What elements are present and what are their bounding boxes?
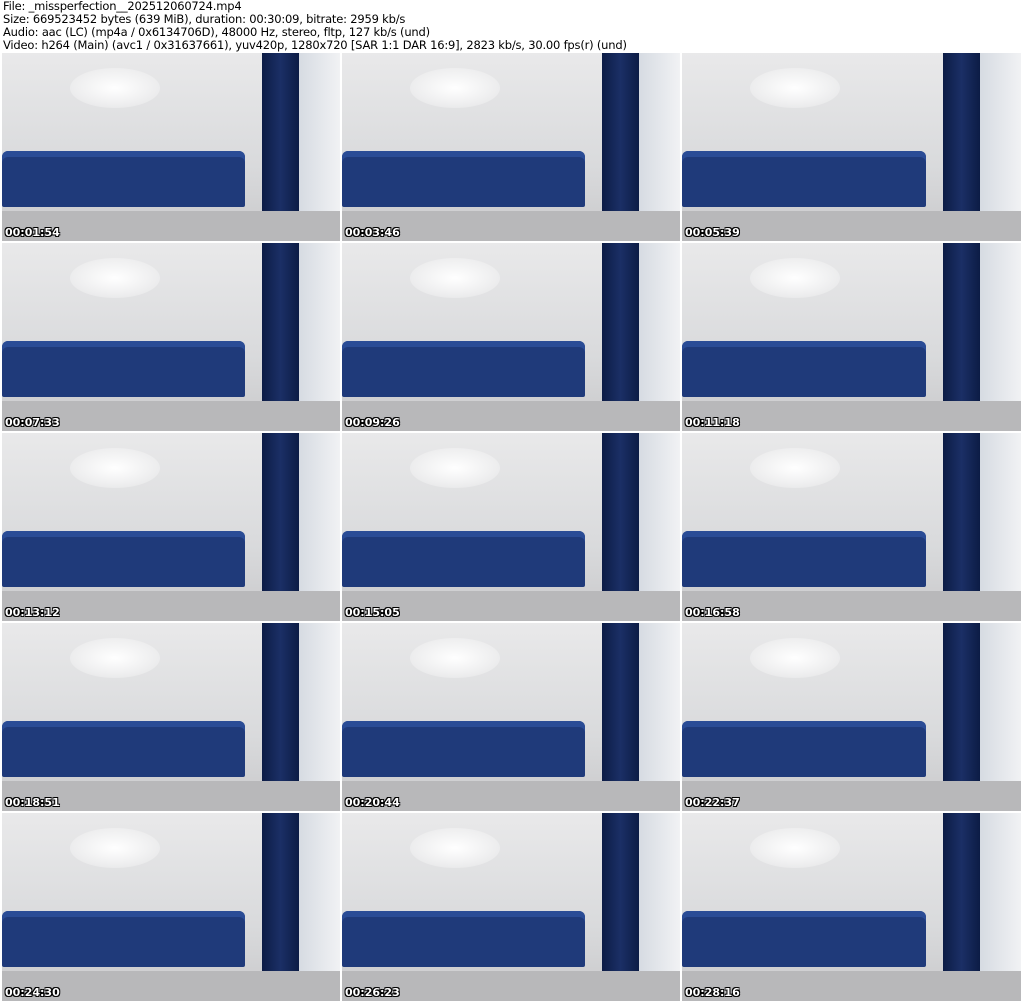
wall-light — [69, 828, 160, 869]
thumbnail-timestamp: 00:13:12 — [5, 606, 60, 619]
thumbnail-timestamp: 00:09:26 — [345, 416, 400, 429]
file-info-header: File: _missperfection__202512060724.mp4 … — [3, 0, 627, 52]
couch — [2, 720, 246, 778]
wall-light — [409, 828, 500, 869]
wall-light — [749, 258, 840, 299]
couch — [342, 720, 586, 778]
video-thumbnail[interactable]: 00:24:30 — [2, 813, 340, 1001]
wall-light — [69, 638, 160, 679]
couch — [682, 910, 927, 968]
video-info: Video: h264 (Main) (avc1 / 0x31637661), … — [3, 38, 627, 52]
thumbnail-timestamp: 00:11:18 — [685, 416, 740, 429]
couch — [2, 910, 246, 968]
video-thumbnail[interactable]: 00:07:33 — [2, 243, 340, 431]
couch — [2, 340, 246, 398]
wall-light — [69, 68, 160, 109]
couch — [342, 340, 586, 398]
thumbnail-timestamp: 00:15:05 — [345, 606, 400, 619]
thumbnail-timestamp: 00:20:44 — [345, 796, 400, 809]
thumbnail-timestamp: 00:07:33 — [5, 416, 60, 429]
video-thumbnail[interactable]: 00:16:58 — [682, 433, 1021, 621]
video-thumbnail[interactable]: 00:26:23 — [342, 813, 680, 1001]
wall-light — [409, 448, 500, 489]
video-thumbnail[interactable]: 00:05:39 — [682, 53, 1021, 241]
couch — [682, 530, 927, 588]
couch — [682, 720, 927, 778]
video-thumbnail[interactable]: 00:11:18 — [682, 243, 1021, 431]
couch — [682, 150, 927, 208]
wall-light — [409, 638, 500, 679]
couch — [342, 910, 586, 968]
video-thumbnail[interactable]: 00:20:44 — [342, 623, 680, 811]
thumbnail-timestamp: 00:03:46 — [345, 226, 400, 239]
video-thumbnail[interactable]: 00:03:46 — [342, 53, 680, 241]
video-thumbnail[interactable]: 00:13:12 — [2, 433, 340, 621]
wall-light — [69, 448, 160, 489]
video-thumbnail[interactable]: 00:09:26 — [342, 243, 680, 431]
thumbnail-grid: 00:01:54 00:03:46 00:05:39 00:07:33 00:09:26… — [2, 53, 1021, 1001]
thumbnail-timestamp: 00:05:39 — [685, 226, 740, 239]
thumbnail-timestamp: 00:24:30 — [5, 986, 60, 999]
wall-light — [409, 258, 500, 299]
video-thumbnail[interactable]: 00:22:37 — [682, 623, 1021, 811]
couch — [2, 530, 246, 588]
thumbnail-timestamp: 00:18:51 — [5, 796, 60, 809]
thumbnail-timestamp: 00:28:16 — [685, 986, 740, 999]
wall-light — [749, 638, 840, 679]
wall-light — [749, 68, 840, 109]
couch — [342, 530, 586, 588]
video-thumbnail[interactable]: 00:28:16 — [682, 813, 1021, 1001]
couch — [2, 150, 246, 208]
wall-light — [749, 448, 840, 489]
wall-light — [409, 68, 500, 109]
wall-light — [69, 258, 160, 299]
thumbnail-timestamp: 00:01:54 — [5, 226, 60, 239]
video-thumbnail[interactable]: 00:01:54 — [2, 53, 340, 241]
thumbnail-timestamp: 00:26:23 — [345, 986, 400, 999]
video-thumbnail[interactable]: 00:18:51 — [2, 623, 340, 811]
thumbnail-timestamp: 00:16:58 — [685, 606, 740, 619]
wall-light — [749, 828, 840, 869]
video-thumbnail[interactable]: 00:15:05 — [342, 433, 680, 621]
couch — [682, 340, 927, 398]
thumbnail-timestamp: 00:22:37 — [685, 796, 740, 809]
couch — [342, 150, 586, 208]
